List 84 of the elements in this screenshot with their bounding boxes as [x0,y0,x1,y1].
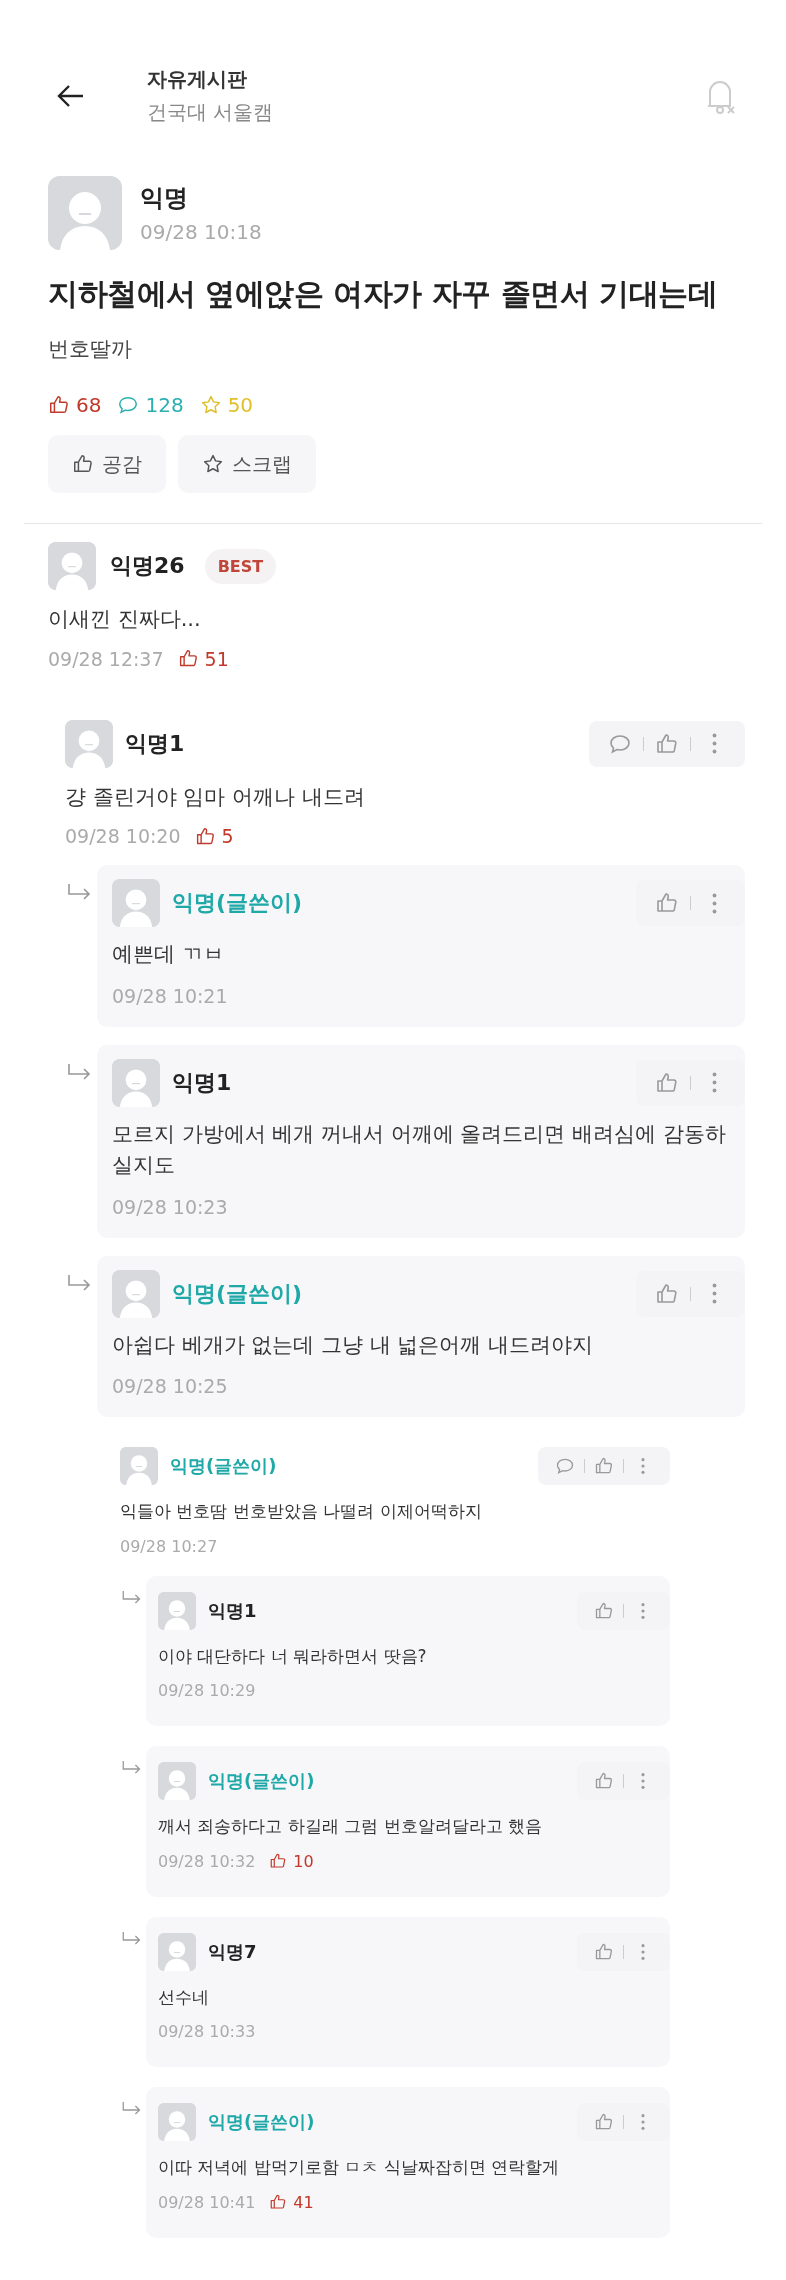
more-icon [641,1457,645,1475]
thumbs-up-icon [594,1600,614,1621]
more-icon [711,1072,717,1093]
more-icon [711,733,717,754]
commenter-name: 익명(글쓴이) [172,889,304,917]
comment-text: 이야 대단하다 너 뭐라하면서 땃음? [158,1644,428,1668]
like-count: 5 [221,825,234,847]
like-count: 10 [293,1851,314,1871]
comment-text: 이따 저녁에 밥먹기로함 ㅁㅊ 식날짜잡히면 연락할게 [158,2156,561,2179]
commenter-name: 익명1 [125,729,186,758]
post-title: 지하철에서 옆에앉은 여자가 자꾸 졸면서 기대는데 [48,275,719,313]
avatar [112,1269,160,1318]
comment-text: 익들아 번호땀 번호받았음 나떨려 이제어떡하지 [120,1500,483,1523]
comment-text: 예쁜데 ㄲㅂ [112,941,225,968]
comment-time: 09/28 10:21 [112,984,228,1007]
thumbs-up-icon [594,2112,614,2132]
avatar [158,1932,196,1971]
comment-time: 09/28 10:29 [158,1681,256,1700]
thumbs-up-icon [594,1941,614,1962]
avatar [65,719,113,768]
comment-time: 09/28 10:20 [65,825,181,847]
like-count: 41 [293,2192,314,2212]
comment-text: 모르지 가방에서 베개 꺼내서 어깨에 올려드리면 배려심에 감동하실지도 [112,1120,727,1179]
commenter-name: 익명7 [208,1939,258,1964]
more-icon [641,1942,645,1961]
commenter-name: 익명(글쓴이) [208,1769,316,1793]
commenter-name: 익명1 [172,1068,233,1097]
best-badge: BEST [204,548,277,584]
like-count: 51 [204,647,229,670]
avatar [158,1591,196,1630]
speech-bubble-icon [117,394,140,416]
comment-time: 09/28 12:37 [48,647,164,670]
more-icon [641,1601,645,1620]
comment-time: 09/28 10:41 [158,2192,256,2212]
more-icon [641,2113,645,2131]
thumbs-up-icon [269,1852,288,1870]
board-subtitle: 건국대 서울캠 [147,99,275,126]
thumbs-up-icon [594,1771,614,1791]
comment-time: 09/28 10:32 [158,1851,256,1871]
comment-text: 선수네 [158,1985,210,2009]
thumbs-up-icon [72,453,94,475]
commenter-name: 익명(글쓴이) [170,1454,278,1478]
board-title: 자유게시판 [147,66,248,93]
commenter-name: 익명26 [110,552,185,580]
scrap-button[interactable]: 스크랩 [178,435,316,493]
commenter-name: 익명1 [208,1598,258,1623]
avatar [48,542,96,590]
thumbs-up-icon [655,731,679,756]
comment-text: 걍 졸린거야 임마 어깨나 내드려 [65,783,366,811]
avatar [158,1762,196,1800]
more-icon [711,892,717,914]
thumbs-up-icon [194,825,216,847]
comment-text: 아쉽다 베개가 없는데 그냥 내 넓은어깨 내드려야지 [112,1331,595,1359]
post-time: 09/28 10:18 [140,220,262,244]
comment-time: 09/28 10:27 [120,1536,218,1556]
more-icon [711,1283,717,1304]
like-count: 68 [76,393,102,417]
thumbs-up-icon [655,891,679,915]
avatar [120,1447,158,1485]
scrap-count: 50 [227,393,254,417]
more-icon [641,1772,645,1790]
comment-text: 깨서 죄송하다고 하길래 그럼 번호알려달라고 했음 [158,1815,544,1838]
thumbs-up-icon [655,1281,679,1306]
star-icon [199,394,222,416]
commenter-name: 익명(글쓴이) [208,2110,316,2134]
comment-time: 09/28 10:23 [112,1195,228,1218]
avatar [112,1058,160,1107]
like-button[interactable]: 공감 [48,435,166,493]
thumbs-up-icon [48,394,70,416]
post-body: 번호딸까 [48,336,133,363]
thumbs-up-icon [177,648,199,669]
star-icon [202,453,224,475]
comment-time: 09/28 10:25 [112,1375,228,1397]
comment-time: 09/28 10:33 [158,2022,256,2041]
comment-count: 128 [145,393,184,417]
commenter-name: 익명(글쓴이) [172,1279,304,1308]
thumbs-up-icon [269,2193,288,2211]
author-name: 익명 [140,183,189,214]
avatar [158,2103,196,2141]
comment-text: 이새낀 진짜다... [48,606,202,633]
thumbs-up-icon [655,1070,679,1095]
avatar [112,879,160,927]
thumbs-up-icon [594,1456,614,1476]
speech-bubble-icon [555,1456,575,1476]
